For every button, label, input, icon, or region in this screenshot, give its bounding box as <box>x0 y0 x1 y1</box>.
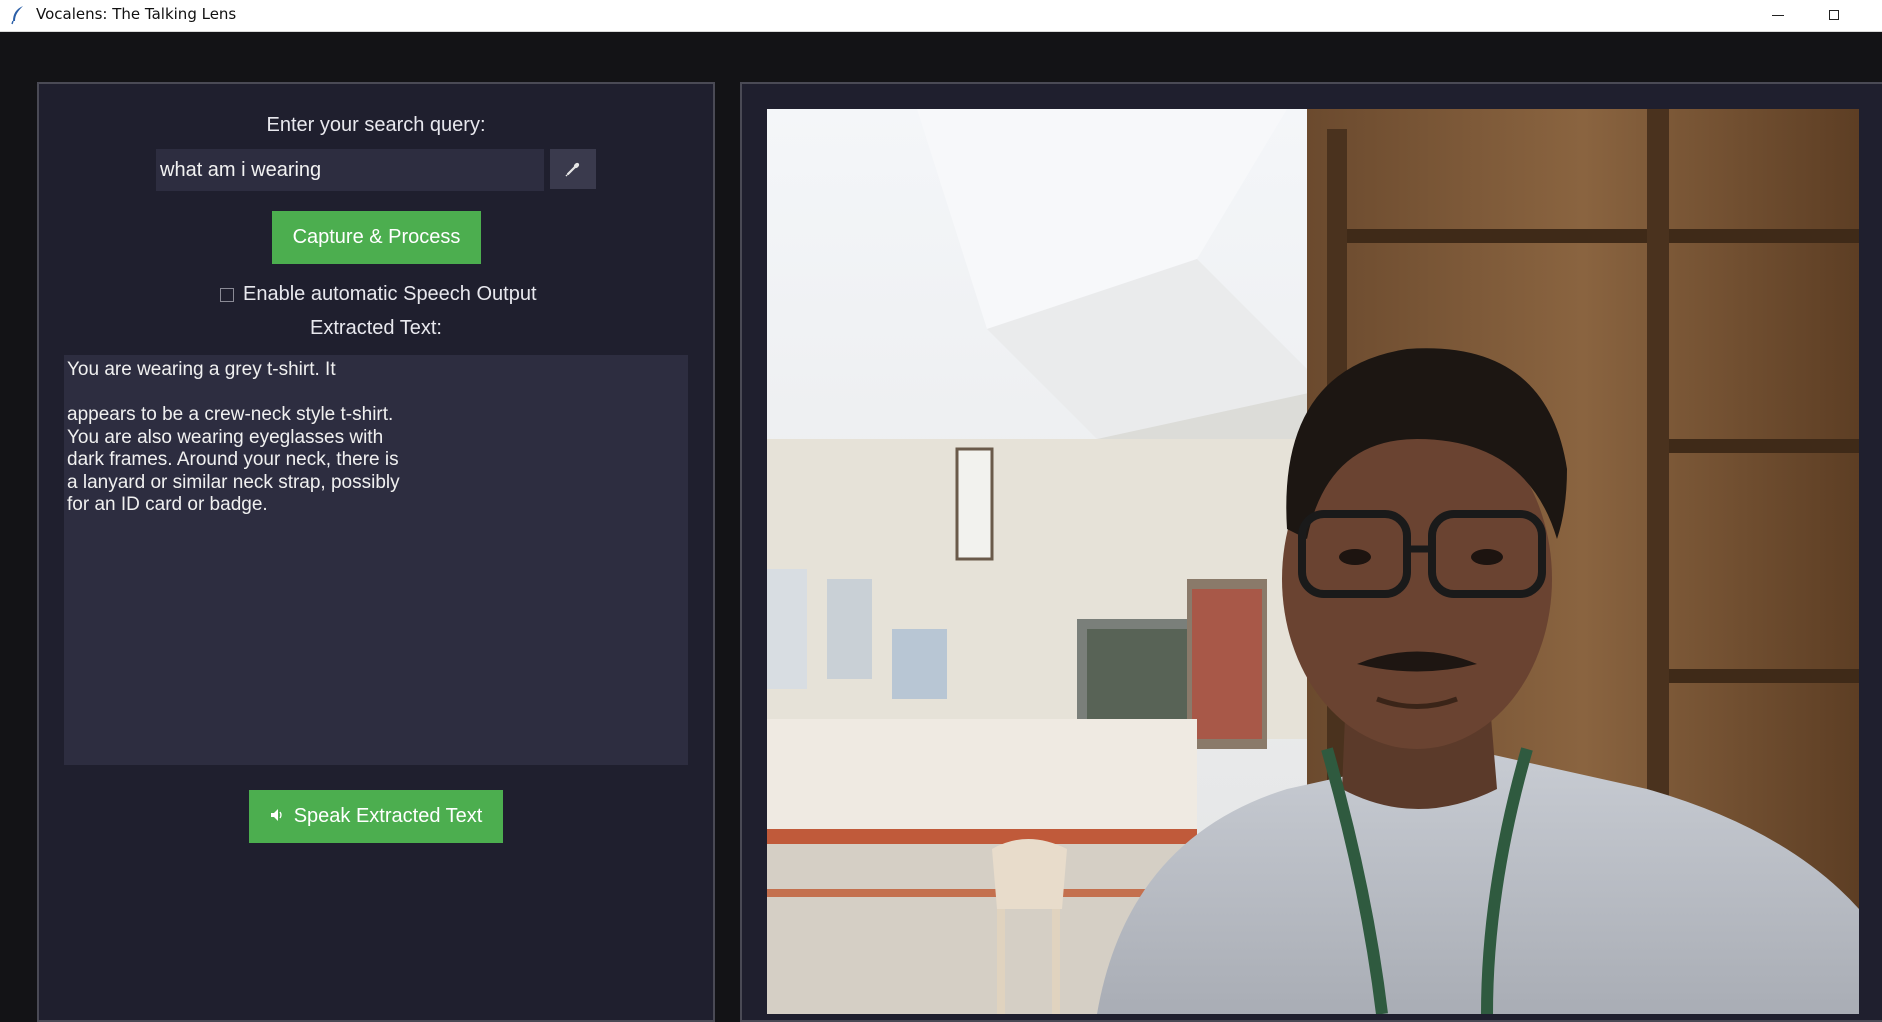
feather-icon <box>11 6 23 25</box>
extracted-text-label: Extracted Text: <box>310 317 442 339</box>
minimize-icon <box>1772 14 1784 16</box>
title-bar: Vocalens: The Talking Lens <box>0 0 1882 32</box>
maximize-icon <box>1829 10 1839 20</box>
minimize-button[interactable] <box>1750 0 1806 30</box>
search-query-input[interactable] <box>156 149 544 191</box>
webcam-image <box>767 109 1859 1014</box>
maximize-button[interactable] <box>1806 0 1862 30</box>
window-title: Vocalens: The Talking Lens <box>36 5 237 23</box>
auto-speech-checkbox[interactable]: Enable automatic Speech Output <box>220 283 537 306</box>
query-label: Enter your search query: <box>266 114 486 136</box>
voice-input-button[interactable] <box>550 149 596 189</box>
speaker-icon <box>270 808 286 826</box>
microphone-icon <box>565 162 580 177</box>
extracted-text-output[interactable]: You are wearing a grey t-shirt. It appea… <box>64 355 688 765</box>
webcam-feed <box>767 109 1859 1014</box>
capture-process-button[interactable]: Capture & Process <box>272 211 481 264</box>
camera-panel <box>740 82 1882 1022</box>
checkbox-icon[interactable] <box>220 287 234 302</box>
speak-button-label: Speak Extracted Text <box>293 805 483 827</box>
speak-extracted-text-button[interactable]: Speak Extracted Text <box>249 790 503 843</box>
auto-speech-label: Enable automatic Speech Output <box>243 283 537 305</box>
control-panel: Enter your search query: Capture & Proce… <box>37 82 715 1022</box>
